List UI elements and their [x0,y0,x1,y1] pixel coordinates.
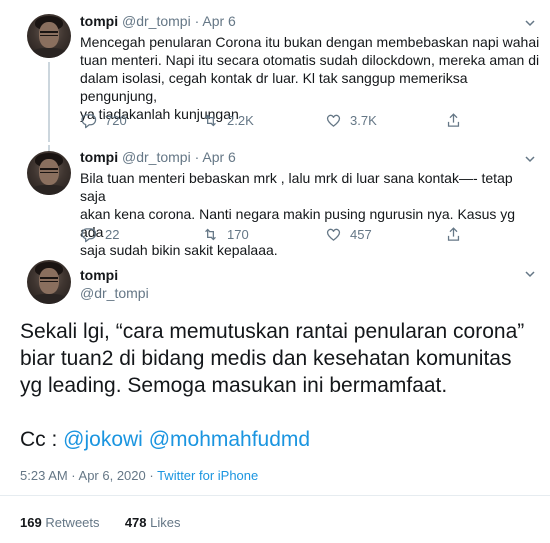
handle-text: @dr_tompi [80,285,149,301]
share-icon [447,113,460,127]
divider [0,495,550,496]
retweets-label: Retweets [45,515,100,530]
tweet-text: Sekali lgi, “cara memutuskan rantai penu… [20,318,540,453]
likes-stat[interactable]: 478 Likes [125,515,181,530]
tweet-text-line: Mencegah penularan Corona itu bukan deng… [80,34,540,50]
chevron-down-icon[interactable] [525,18,535,28]
tweet-text-line: dalam isolasi, cegah kontak dr luar. Kl … [80,70,468,104]
tweet-text: Mencegah penularan Corona itu bukan deng… [80,33,540,123]
display-name[interactable]: tompi [80,149,118,165]
tweet-text-line: Bila tuan menteri bebaskan mrk , lalu mr… [80,170,513,204]
tweet-header: tompi @dr_tompi · Apr 6 [80,13,236,29]
retweet-count: 2.2K [227,113,254,128]
handle[interactable]: @dr_tompi [80,285,149,301]
thread-tweet-2[interactable]: tompi @dr_tompi · Apr 6 Bila tuan menter… [0,145,550,260]
chevron-down-icon[interactable] [525,269,535,279]
display-name[interactable]: tompi [80,267,118,283]
reply-button[interactable]: 22 [80,226,119,243]
engagement-stats: 169 Retweets 478 Likes [20,515,181,530]
avatar[interactable] [27,260,71,304]
main-tweet: tompi @dr_tompi Sekali lgi, “cara memutu… [0,260,550,543]
tweet-text-line: Sekali lgi, “cara memutuskan rantai penu… [20,320,525,343]
retweet-count: 170 [227,227,249,242]
separator: · [194,13,200,29]
tweet-text-line: yg leading. Semoga masukan ini bermamfaa… [20,374,448,397]
reply-icon [81,114,97,129]
mention-mohmahfudmd[interactable]: @mohmahfudmd [149,428,310,451]
retweet-button[interactable]: 170 [202,226,249,243]
thread-connector [48,62,50,142]
tweet-text-line: biar tuan2 di bidang medis dan kesehatan… [20,347,512,370]
tweet-header: tompi @dr_tompi · Apr 6 [80,149,236,165]
heart-icon [326,228,341,241]
likes-label: Likes [150,515,181,530]
share-button[interactable] [445,226,470,243]
tweet-timestamp: 5:23 AM · Apr 6, 2020 · Twitter for iPho… [20,468,258,483]
source-link[interactable]: Twitter for iPhone [157,468,258,483]
avatar[interactable] [27,151,71,195]
timestamp-text[interactable]: 5:23 AM · Apr 6, 2020 · [20,468,157,483]
tweet-actions: 22 170 457 [80,226,480,246]
display-name[interactable]: tompi [80,13,118,29]
separator: · [194,149,200,165]
retweets-stat[interactable]: 169 Retweets [20,515,100,530]
retweet-total: 169 [20,515,42,530]
like-count: 457 [350,227,372,242]
tweet-actions: 720 2.2K 3.7K [80,112,480,132]
like-total: 478 [124,515,147,530]
like-count: 3.7K [350,113,377,128]
tweet-text-line: tuan menteri. Napi itu secara otomatis s… [80,52,540,68]
tweet-date[interactable]: Apr 6 [202,13,235,29]
share-button[interactable] [445,112,470,129]
retweet-button[interactable]: 2.2K [202,112,254,129]
reply-button[interactable]: 720 [80,112,127,129]
like-button[interactable]: 3.7K [325,112,377,129]
handle[interactable]: @dr_tompi [122,149,191,165]
cc-line: Cc : @jokowi @mohmahfudmd [20,426,540,453]
thread-tweet-1[interactable]: tompi @dr_tompi · Apr 6 Mencegah penular… [0,0,550,145]
handle[interactable]: @dr_tompi [122,13,191,29]
reply-count: 22 [105,227,120,242]
avatar[interactable] [27,14,71,58]
share-icon [447,227,460,241]
reply-count: 720 [105,113,127,128]
retweet-icon [205,114,216,127]
heart-icon [326,114,341,127]
like-button[interactable]: 457 [325,226,372,243]
cc-label: Cc : [20,428,64,451]
display-name-text: tompi [80,267,119,283]
chevron-down-icon[interactable] [525,154,535,164]
mention-jokowi[interactable]: @jokowi [63,428,143,451]
retweet-icon [205,228,216,241]
reply-icon [81,228,97,243]
tweet-date[interactable]: Apr 6 [202,149,235,165]
